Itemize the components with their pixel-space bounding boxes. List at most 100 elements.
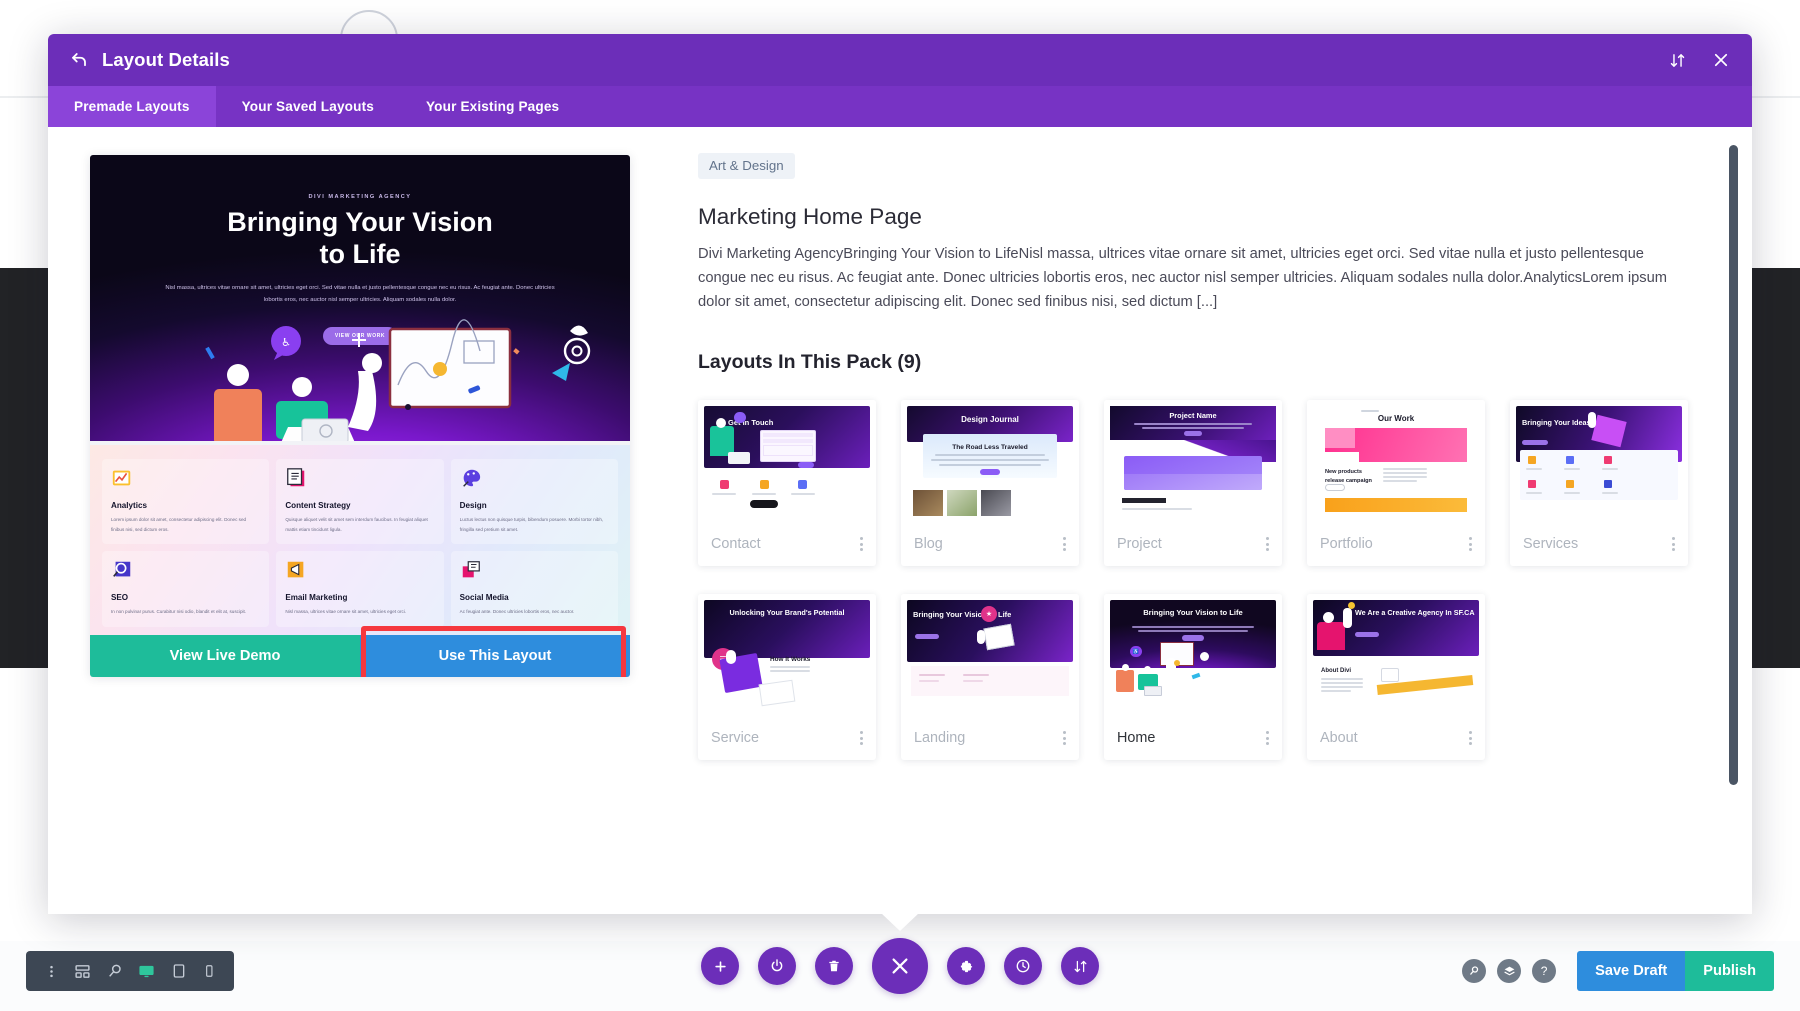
thumb-title: Bringing Your Vision to Life	[1143, 608, 1243, 618]
feature-title: SEO	[111, 593, 129, 603]
layout-card-service[interactable]: Unlocking Your Brand's Potential ☰ How I…	[698, 594, 876, 761]
thumb-subtitle: New products release campaign	[1325, 469, 1372, 484]
feature-body: Nisl massa, ultrices vitae ornare sit am…	[285, 609, 407, 615]
layout-card-footer: Home	[1104, 716, 1282, 760]
tab-premade-layouts[interactable]: Premade Layouts	[48, 86, 216, 127]
close-icon[interactable]	[872, 938, 928, 994]
tab-your-saved-layouts[interactable]: Your Saved Layouts	[216, 86, 400, 127]
thumb-title: Project Name	[1169, 411, 1217, 421]
view-live-demo-button[interactable]: View Live Demo	[90, 634, 360, 677]
modal-body: DIVI MARKETING AGENCY Bringing Your Visi…	[48, 127, 1752, 914]
feature-body: Luctus lectus non quisque turpis, bibend…	[459, 517, 604, 532]
phone-icon[interactable]	[202, 964, 216, 978]
layouts-in-pack-heading: Layouts In This Pack (9)	[698, 351, 922, 374]
kebab-menu-icon[interactable]	[1469, 731, 1472, 746]
layout-card-portfolio[interactable]: Our Work New products release campaign P…	[1307, 400, 1485, 567]
svg-text:♿: ♿	[281, 336, 291, 349]
layout-detail-column: Art & Design Marketing Home Page Divi Ma…	[658, 127, 1752, 914]
preview-hero-title-line2: to Life	[319, 238, 401, 269]
layout-card-footer: Contact	[698, 522, 876, 566]
trash-icon[interactable]	[815, 947, 853, 985]
layout-card-home[interactable]: Bringing Your Vision to Life ♿ Home	[1104, 594, 1282, 761]
desktop-icon[interactable]	[138, 963, 155, 980]
feature-title: Content Strategy	[285, 501, 351, 510]
vertical-scrollbar[interactable]	[1729, 145, 1738, 785]
publish-toolbar: ? Save Draft Publish	[1462, 951, 1774, 991]
modal-header: Layout Details	[48, 34, 1752, 86]
layout-card-name: Services	[1523, 536, 1579, 553]
layout-thumbnail: Get In Touch	[698, 400, 876, 523]
preview-hero-title-line1: Bringing Your Vision	[227, 207, 493, 237]
plus-icon[interactable]	[701, 947, 739, 985]
document-icon	[287, 468, 305, 487]
feature-card: Analytics Lorem ipsum dolor sit amet, co…	[102, 459, 270, 545]
thumb-title: Bringing Your Vision to Life	[913, 610, 1012, 620]
back-arrow-icon[interactable]	[70, 51, 88, 69]
layouts-grid: Get In Touch Contact Design Journal The …	[698, 400, 1688, 761]
zoom-icon[interactable]	[107, 963, 123, 979]
layout-card-contact[interactable]: Get In Touch Contact	[698, 400, 876, 567]
view-mode-toolbar	[26, 951, 234, 991]
layout-card-name: Blog	[914, 536, 943, 553]
palette-icon	[462, 469, 480, 487]
preview-hero-illustration: ♿	[90, 319, 630, 445]
layout-thumbnail: Design Journal The Road Less Traveled	[901, 400, 1079, 523]
magnifier-icon	[113, 562, 131, 578]
category-badge[interactable]: Art & Design	[698, 153, 795, 179]
layout-card-footer: Service	[698, 716, 876, 760]
preview-hero-title: Bringing Your Vision to Life	[90, 207, 630, 271]
layout-card-footer: Landing	[901, 716, 1079, 760]
use-this-layout-button[interactable]: Use This Layout	[360, 634, 630, 677]
layout-preview-card: DIVI MARKETING AGENCY Bringing Your Visi…	[90, 155, 630, 677]
feature-title: Analytics	[111, 501, 147, 510]
layout-card-blog[interactable]: Design Journal The Road Less Traveled Bl…	[901, 400, 1079, 567]
page-title: Layout Details	[102, 49, 230, 70]
feature-body: In non pulvinar purus. Curabitur nisi od…	[111, 609, 247, 615]
layout-card-name: Service	[711, 730, 759, 747]
feature-card: Social Media Ac feugiat ante. Donec ultr…	[450, 551, 618, 627]
layout-card-footer: Services	[1510, 522, 1688, 566]
kebab-menu-icon[interactable]	[1672, 537, 1675, 552]
close-icon[interactable]	[1712, 51, 1730, 69]
help-icon[interactable]: ?	[1532, 959, 1557, 983]
search-icon[interactable]	[1462, 959, 1487, 983]
kebab-menu-icon[interactable]	[44, 964, 59, 979]
layout-card-name: Contact	[711, 536, 761, 553]
layout-card-name: Landing	[914, 730, 966, 747]
layout-card-name: Portfolio	[1320, 536, 1373, 553]
sort-updown-icon[interactable]	[1061, 947, 1099, 985]
tablet-icon[interactable]	[171, 963, 187, 979]
layout-card-landing[interactable]: Bringing Your Vision to Life ★ Landing	[901, 594, 1079, 761]
kebab-menu-icon[interactable]	[1469, 537, 1472, 552]
feature-card: Email Marketing Nisl massa, ultrices vit…	[276, 551, 444, 627]
thumb-title: Design Journal	[961, 415, 1019, 425]
save-draft-button[interactable]: Save Draft	[1577, 951, 1686, 991]
publish-button[interactable]: Publish	[1685, 951, 1774, 991]
kebab-menu-icon[interactable]	[1266, 537, 1269, 552]
feature-title: Design	[459, 501, 487, 510]
layout-card-name: Project	[1117, 536, 1162, 553]
feature-card: Design Luctus lectus non quisque turpis,…	[450, 459, 618, 545]
power-icon[interactable]	[758, 947, 796, 985]
layout-card-project[interactable]: Project Name Project	[1104, 400, 1282, 567]
gear-icon[interactable]	[947, 947, 985, 985]
publish-button-group: Save Draft Publish	[1577, 951, 1774, 991]
kebab-menu-icon[interactable]	[860, 731, 863, 746]
modal-pointer	[881, 913, 919, 931]
kebab-menu-icon[interactable]	[1063, 537, 1066, 552]
wireframe-icon[interactable]	[74, 963, 91, 980]
kebab-menu-icon[interactable]	[860, 537, 863, 552]
layout-card-services[interactable]: Bringing Your Ideas to Life Services	[1510, 400, 1688, 567]
kebab-menu-icon[interactable]	[1063, 731, 1066, 746]
history-clock-icon[interactable]	[1004, 947, 1042, 985]
layout-thumbnail: Our Work New products release campaign	[1307, 400, 1485, 523]
kebab-menu-icon[interactable]	[1266, 731, 1269, 746]
layers-icon[interactable]	[1497, 959, 1522, 983]
thumb-subtitle: About Divi	[1321, 668, 1351, 675]
preview-hero-eyebrow: DIVI MARKETING AGENCY	[308, 194, 412, 200]
preview-hero-lede: Nisl massa, ultrices vitae ornare sit am…	[165, 285, 555, 303]
layout-card-about[interactable]: We Are a Creative Agency In SF.CA About …	[1307, 594, 1485, 761]
layout-card-name: About	[1320, 730, 1358, 747]
sort-updown-icon[interactable]	[1669, 52, 1686, 69]
tab-your-existing-pages[interactable]: Your Existing Pages	[400, 86, 585, 127]
